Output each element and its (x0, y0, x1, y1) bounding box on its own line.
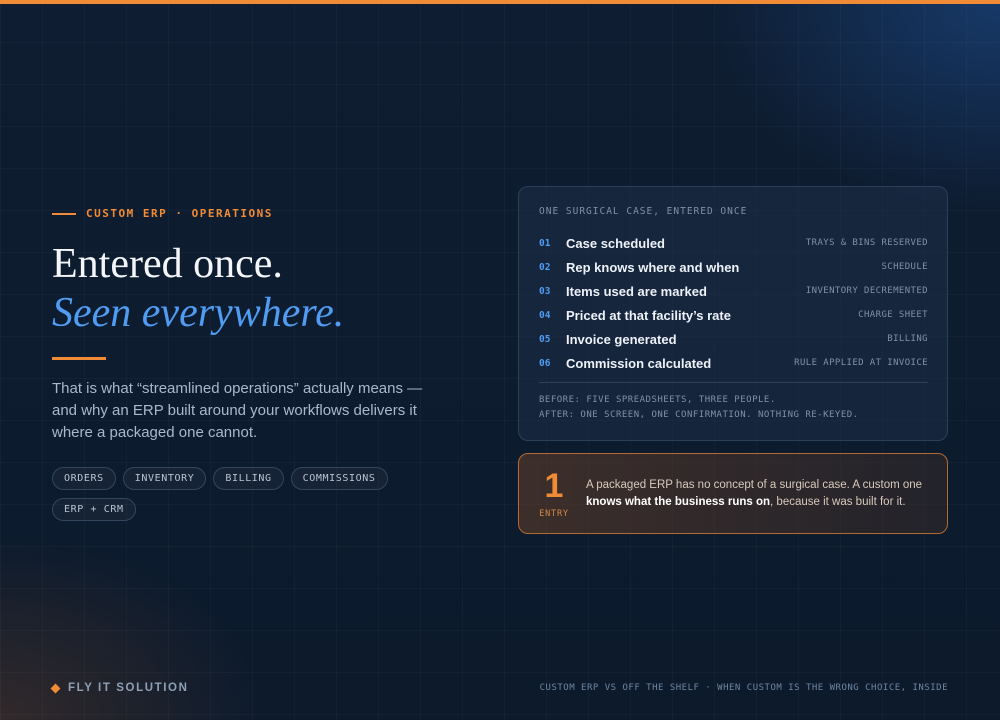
step-tag: TRAYS & BINS RESERVED (805, 238, 928, 248)
workflow-card: ONE SURGICAL CASE, ENTERED ONCE 01 Case … (518, 186, 948, 441)
step-label: Case scheduled (566, 235, 665, 251)
pill-billing: BILLING (213, 467, 284, 490)
entry-count: 1 (544, 467, 564, 505)
before-note: BEFORE: FIVE SPREADSHEETS, THREE PEOPLE. (539, 395, 776, 405)
step-label: Commission calculated (566, 355, 712, 371)
card-title: ONE SURGICAL CASE, ENTERED ONCE (539, 206, 748, 217)
pill-erp-crm: ERP + CRM (52, 498, 136, 521)
step-row: 01 Case scheduled TRAYS & BINS RESERVED (539, 231, 928, 255)
step-row: 06 Commission calculated RULE APPLIED AT… (539, 351, 928, 375)
eyebrow: CUSTOM ERP · OPERATIONS (52, 207, 273, 220)
brand-name: FLY IT SOLUTION (68, 682, 189, 694)
headline-underline (52, 357, 106, 360)
step-tag: CHARGE SHEET (858, 310, 928, 320)
pill-orders: ORDERS (52, 467, 116, 490)
pill-commissions: COMMISSIONS (290, 467, 388, 490)
step-label: Invoice generated (566, 331, 677, 347)
callout-text-end: , because it was built for it. (770, 496, 906, 508)
entry-caption: ENTRY (539, 509, 569, 519)
footer-note: CUSTOM ERP VS OFF THE SHELF · WHEN CUSTO… (539, 683, 948, 693)
headline-line-1: Entered once. (52, 241, 283, 287)
brand: FLY IT SOLUTION (50, 682, 189, 694)
step-number: 03 (539, 285, 551, 297)
callout-text-emphasis: knows what the business runs on (586, 496, 771, 508)
step-row: 04 Priced at that facility’s rate CHARGE… (539, 303, 928, 327)
eyebrow-text: CUSTOM ERP · OPERATIONS (86, 207, 273, 220)
diamond-icon (50, 683, 61, 693)
step-label: Items used are marked (566, 283, 707, 299)
step-tag: RULE APPLIED AT INVOICE (794, 358, 928, 368)
pill-inventory: INVENTORY (122, 467, 207, 490)
step-tag: SCHEDULE (881, 262, 928, 272)
top-accent-bar (0, 0, 1000, 4)
step-number: 01 (539, 237, 551, 249)
step-row: 02 Rep knows where and when SCHEDULE (539, 255, 928, 279)
lede-paragraph: That is what “streamlined operations” ac… (52, 380, 423, 441)
entry-callout: 1 ENTRY A packaged ERP has no concept of… (518, 453, 948, 534)
callout-text: A packaged ERP has no concept of a surgi… (586, 477, 936, 511)
step-number: 06 (539, 357, 551, 369)
step-row: 05 Invoice generated BILLING (539, 327, 928, 351)
step-list: 01 Case scheduled TRAYS & BINS RESERVED … (539, 231, 928, 375)
topic-pills: ORDERS INVENTORY BILLING COMMISSIONS ERP… (52, 467, 412, 521)
callout-text-start: A packaged ERP has no concept of a surgi… (586, 479, 923, 491)
step-number: 02 (539, 261, 551, 273)
after-note: AFTER: ONE SCREEN, ONE CONFIRMATION. NOT… (539, 410, 859, 420)
step-label: Priced at that facility’s rate (566, 307, 731, 323)
step-tag: BILLING (887, 334, 928, 344)
step-label: Rep knows where and when (566, 259, 740, 275)
step-tag: INVENTORY DECREMENTED (805, 286, 928, 296)
step-row: 03 Items used are marked INVENTORY DECRE… (539, 279, 928, 303)
eyebrow-dash (52, 212, 76, 215)
step-number: 05 (539, 333, 551, 345)
card-divider (539, 382, 928, 383)
step-number: 04 (539, 309, 551, 321)
headline-line-2: Seen everywhere. (52, 290, 345, 336)
